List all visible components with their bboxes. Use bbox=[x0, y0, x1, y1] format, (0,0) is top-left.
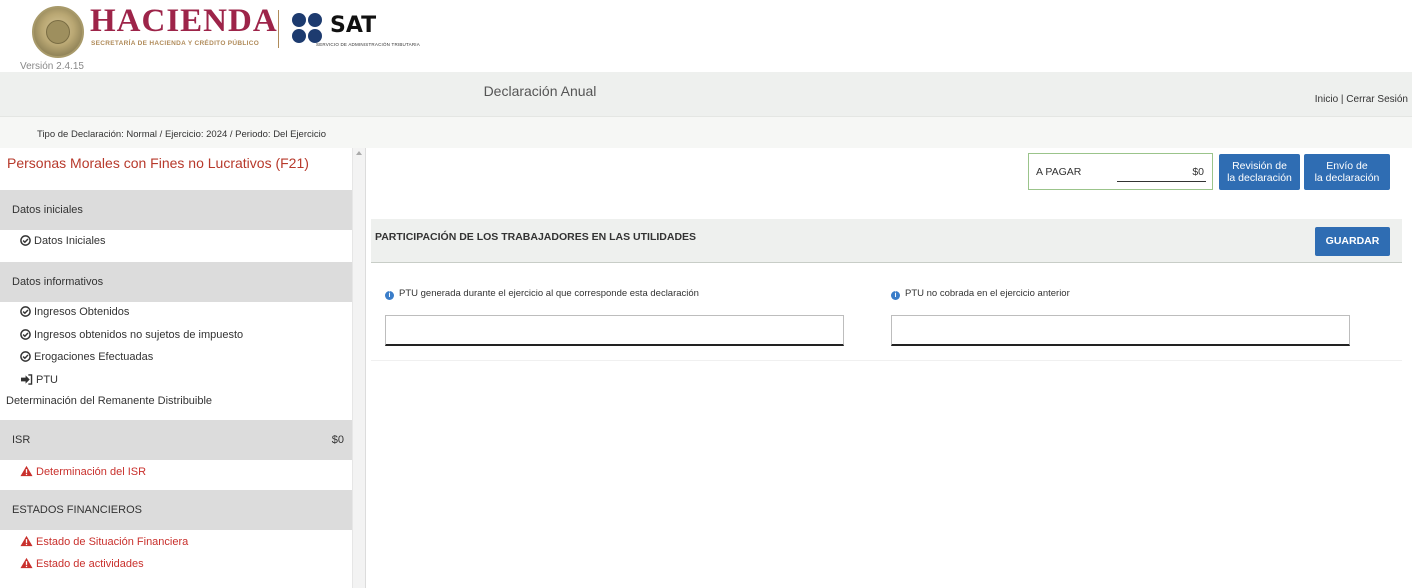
ptu-no-cobrada-label: i PTU no cobrada en el ejercicio anterior bbox=[891, 288, 1070, 300]
section-label: ESTADOS FINANCIEROS bbox=[12, 504, 142, 516]
warning-triangle-icon bbox=[20, 535, 33, 547]
main-content: A PAGAR $0 Revisión de la declaración En… bbox=[366, 148, 1412, 588]
sidebar-item-erogaciones[interactable]: Erogaciones Efectuadas bbox=[20, 351, 153, 363]
sidebar-item-datos-iniciales[interactable]: Datos Iniciales bbox=[20, 235, 106, 247]
title-bar: Declaración Anual Inicio | Cerrar Sesión bbox=[0, 72, 1412, 116]
logo-divider bbox=[278, 10, 279, 48]
button-label-line1: Envío de bbox=[1326, 160, 1368, 172]
sat-logo-mark bbox=[292, 13, 324, 45]
sidebar-item-ptu[interactable]: PTU bbox=[20, 374, 58, 386]
sidebar-item-label: Datos Iniciales bbox=[34, 235, 106, 247]
ptu-no-cobrada-input[interactable] bbox=[891, 315, 1350, 346]
sidebar-item-remanente[interactable]: Determinación del Remanente Distribuible bbox=[6, 395, 212, 407]
sidebar-item-label: Ingresos Obtenidos bbox=[34, 306, 130, 318]
hacienda-logo-subtitle: SECRETARÍA DE HACIENDA Y CRÉDITO PÚBLICO bbox=[91, 40, 260, 47]
info-circle-icon[interactable]: i bbox=[385, 291, 394, 300]
scroll-up-arrow-icon[interactable] bbox=[356, 151, 362, 155]
warning-triangle-icon bbox=[20, 557, 33, 569]
cerrar-sesion-link[interactable]: Cerrar Sesión bbox=[1346, 94, 1408, 105]
button-label-line2: la declaración bbox=[1314, 172, 1380, 184]
info-circle-icon[interactable]: i bbox=[891, 291, 900, 300]
section-estados-financieros[interactable]: ESTADOS FINANCIEROS bbox=[0, 490, 352, 530]
section-datos-iniciales[interactable]: Datos iniciales bbox=[0, 190, 352, 230]
form-title: Personas Morales con Fines no Lucrativos… bbox=[7, 155, 309, 171]
section-label: Datos informativos bbox=[12, 276, 104, 288]
check-circle-icon bbox=[20, 329, 31, 340]
revision-declaracion-button[interactable]: Revisión de la declaración bbox=[1219, 154, 1300, 190]
field-label-text: PTU no cobrada en el ejercicio anterior bbox=[905, 288, 1070, 299]
sidebar-scrollbar[interactable] bbox=[352, 148, 366, 588]
inicio-link[interactable]: Inicio bbox=[1315, 94, 1338, 105]
pay-amount: $0 bbox=[1192, 166, 1204, 178]
check-circle-icon bbox=[20, 235, 31, 246]
section-divider bbox=[371, 360, 1402, 361]
sidebar-item-label: Determinación del Remanente Distribuible bbox=[6, 395, 213, 407]
logo-bar: HACIENDA SECRETARÍA DE HACIENDA Y CRÉDIT… bbox=[0, 0, 1412, 80]
declaration-info-text: Tipo de Declaración: Normal / Ejercicio:… bbox=[37, 129, 326, 140]
ptu-generada-label: i PTU generada durante el ejercicio al qu… bbox=[385, 288, 699, 300]
total-to-pay-box: A PAGAR $0 bbox=[1028, 153, 1213, 190]
sat-logo-subtitle: SERVICIO DE ADMINISTRACIÓN TRIBUTARIA bbox=[316, 42, 420, 47]
sat-logo-title: SAT bbox=[330, 13, 377, 38]
sidebar-item-label: Ingresos obtenidos no sujetos de impuest… bbox=[34, 329, 244, 341]
mexico-seal-logo bbox=[32, 6, 84, 58]
ptu-generada-input[interactable] bbox=[385, 315, 844, 346]
nav-links: Inicio | Cerrar Sesión bbox=[1315, 94, 1408, 105]
sidebar-item-ingresos-no-sujetos[interactable]: Ingresos obtenidos no sujetos de impuest… bbox=[20, 329, 243, 341]
pay-underline bbox=[1117, 181, 1206, 182]
section-isr[interactable]: ISR $0 bbox=[0, 420, 352, 460]
section-label: Datos iniciales bbox=[12, 204, 83, 216]
warning-triangle-icon bbox=[20, 465, 33, 477]
hacienda-logo-title: HACIENDA bbox=[90, 3, 278, 39]
section-datos-informativos[interactable]: Datos informativos bbox=[0, 262, 352, 302]
sidebar-item-label: Erogaciones Efectuadas bbox=[34, 351, 154, 363]
sign-in-arrow-icon bbox=[21, 374, 33, 385]
section-amount: $0 bbox=[331, 434, 344, 446]
declaration-info-bar: Tipo de Declaración: Normal / Ejercicio:… bbox=[0, 116, 1412, 148]
sidebar-item-determinacion-isr[interactable]: Determinación del ISR bbox=[20, 465, 146, 478]
sidebar: Personas Morales con Fines no Lucrativos… bbox=[0, 148, 352, 588]
panel-title: PARTICIPACIÓN DE LOS TRABAJADORES EN LAS… bbox=[375, 231, 697, 243]
sidebar-item-ingresos-obtenidos[interactable]: Ingresos Obtenidos bbox=[20, 306, 129, 318]
pay-label: A PAGAR bbox=[1036, 166, 1082, 178]
ptu-panel-header: PARTICIPACIÓN DE LOS TRABAJADORES EN LAS… bbox=[371, 219, 1402, 263]
sidebar-item-label: Estado de Situación Financiera bbox=[36, 536, 189, 548]
guardar-button[interactable]: GUARDAR bbox=[1315, 227, 1390, 256]
sidebar-item-label: Estado de actividades bbox=[36, 558, 144, 570]
button-label-line2: la declaración bbox=[1227, 172, 1292, 184]
sidebar-item-estado-actividades[interactable]: Estado de actividades bbox=[20, 557, 144, 570]
envio-declaracion-button[interactable]: Envío de la declaración bbox=[1304, 154, 1390, 190]
sidebar-item-label: Determinación del ISR bbox=[36, 466, 147, 478]
sidebar-item-label: PTU bbox=[36, 374, 58, 386]
page-title: Declaración Anual bbox=[483, 83, 597, 99]
button-label-line1: Revisión de bbox=[1232, 160, 1287, 172]
section-label: ISR bbox=[12, 434, 31, 446]
field-label-text: PTU generada durante el ejercicio al que… bbox=[399, 288, 699, 299]
check-circle-icon bbox=[20, 351, 31, 362]
version-label: Versión 2.4.15 bbox=[20, 61, 84, 72]
check-circle-icon bbox=[20, 306, 31, 317]
sidebar-item-situacion-financiera[interactable]: Estado de Situación Financiera bbox=[20, 535, 188, 548]
